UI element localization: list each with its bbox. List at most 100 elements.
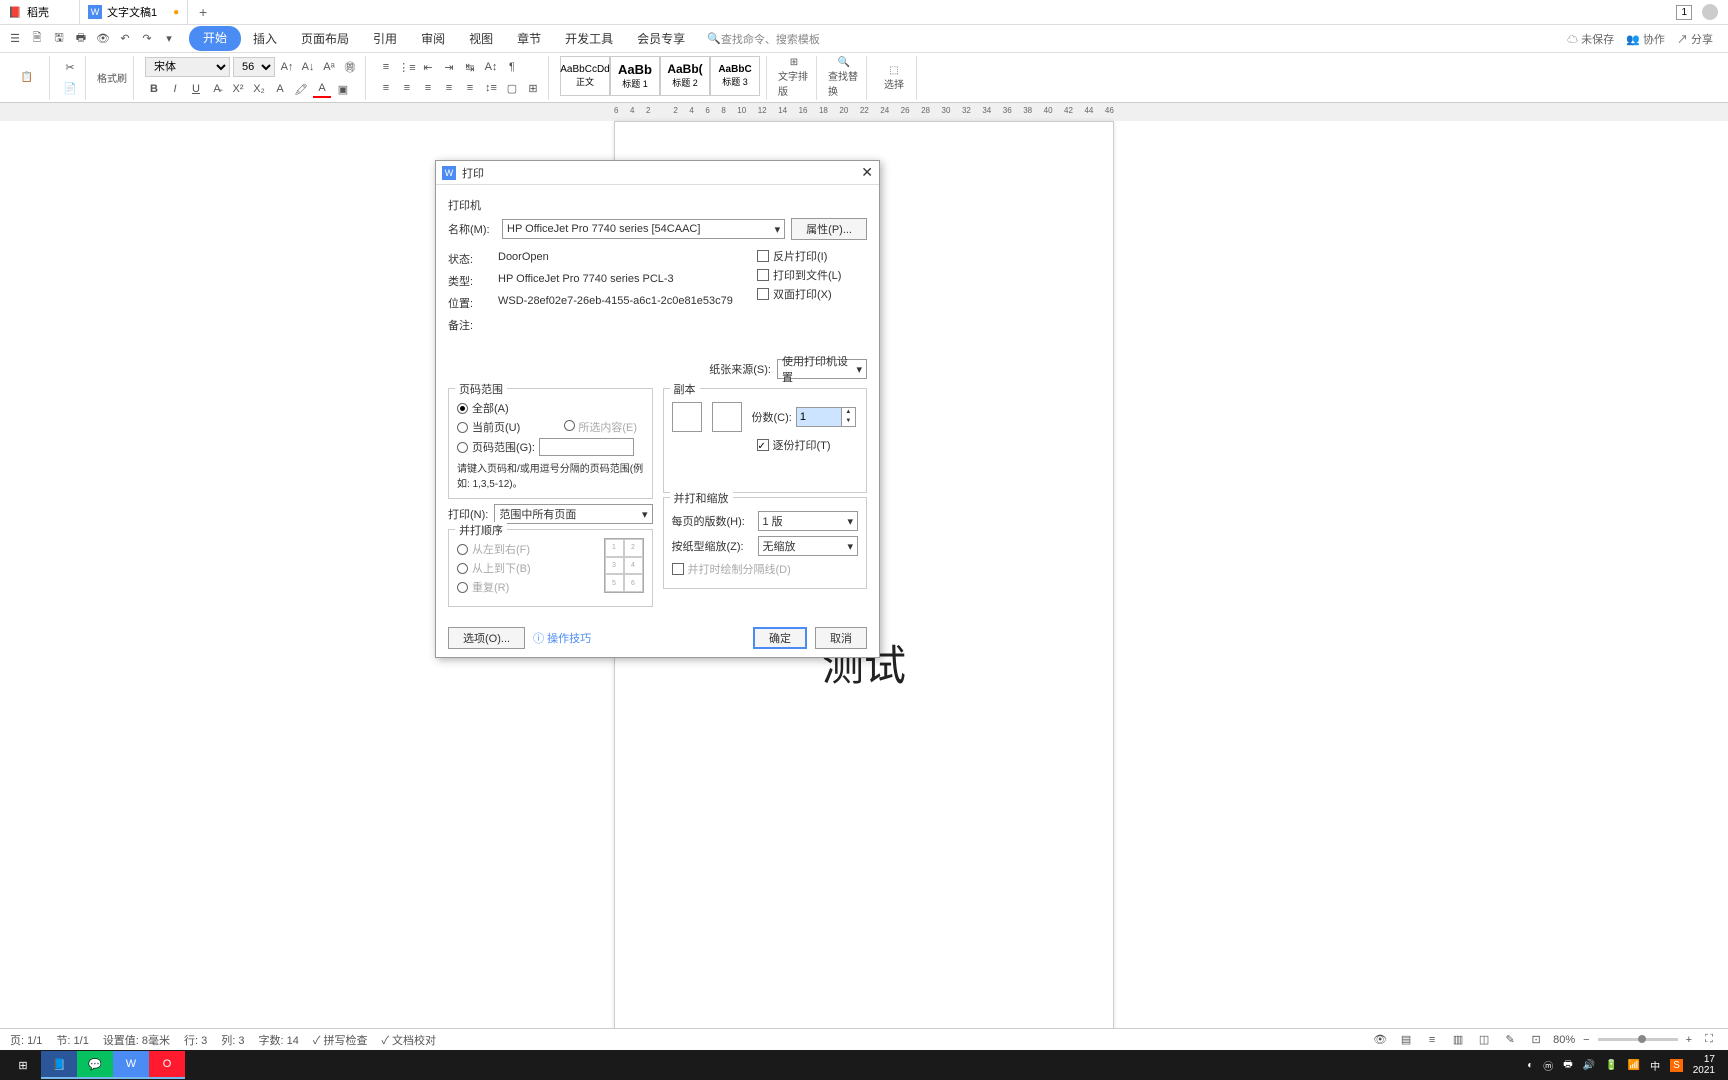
numbering-icon[interactable]: ⋮≡ [398, 58, 416, 76]
tray-icon[interactable]: ⓜ [1543, 1058, 1553, 1073]
format-brush[interactable]: 格式刷 [97, 69, 127, 87]
copies-input[interactable] [797, 408, 841, 426]
zoom-out-button[interactable]: − [1583, 1034, 1589, 1046]
save-icon[interactable]: 🖫 [49, 29, 69, 49]
status-section[interactable]: 节: 1/1 [56, 1032, 88, 1048]
tray-battery-icon[interactable]: 🔋 [1605, 1060, 1617, 1071]
zoom-value[interactable]: 80% [1553, 1034, 1575, 1046]
copies-spinner[interactable]: ▲▼ [796, 407, 856, 427]
spin-down-icon[interactable]: ▼ [842, 417, 855, 426]
menu-icon[interactable]: ☰ [5, 29, 25, 49]
share-button[interactable]: ↗ 分享 [1677, 31, 1713, 47]
ruler[interactable]: 6422468101214161820222426283032343638404… [0, 103, 1728, 121]
tab-docer[interactable]: 📕 稻壳 [0, 0, 80, 24]
zoom-fit-icon[interactable]: ⊡ [1527, 1031, 1545, 1049]
tips-link[interactable]: ⓘ 操作技巧 [533, 630, 591, 646]
view-page-icon[interactable]: ▤ [1397, 1031, 1415, 1049]
spell-check[interactable]: ✓ 拼写检查 [313, 1032, 368, 1048]
view-web-icon[interactable]: ◫ [1475, 1031, 1493, 1049]
increase-indent-icon[interactable]: ⇥ [440, 58, 458, 76]
borders-icon[interactable]: ⊞ [524, 79, 542, 97]
view-outline-icon[interactable]: ≡ [1423, 1031, 1441, 1049]
preview-icon[interactable]: 👁 [93, 29, 113, 49]
zoom-slider[interactable] [1598, 1038, 1678, 1041]
style-heading1[interactable]: AaBb标题 1 [610, 56, 660, 96]
tray-sogou-icon[interactable]: S [1670, 1059, 1683, 1072]
menu-tab-vip[interactable]: 会员专享 [625, 26, 697, 51]
tray-ime-icon[interactable]: 中 [1650, 1058, 1660, 1073]
new-tab-button[interactable]: + [188, 4, 218, 20]
per-page-combo[interactable]: 1 版▾ [758, 511, 859, 531]
shading-icon[interactable]: ▢ [503, 79, 521, 97]
status-row[interactable]: 行: 3 [184, 1032, 207, 1048]
menu-tab-layout[interactable]: 页面布局 [289, 26, 361, 51]
user-avatar[interactable] [1702, 4, 1718, 20]
new-icon[interactable]: 🗎 [27, 29, 47, 49]
coop-button[interactable]: 👥 协作 [1626, 31, 1665, 47]
superscript-icon[interactable]: X² [229, 80, 247, 98]
select-button[interactable]: ⬚选择 [878, 58, 910, 98]
status-col[interactable]: 列: 3 [221, 1032, 244, 1048]
italic-icon[interactable]: I [166, 80, 184, 98]
show-marks-icon[interactable]: ¶ [503, 58, 521, 76]
font-size-select[interactable]: 56 [233, 57, 275, 77]
cancel-button[interactable]: 取消 [815, 627, 867, 649]
decrease-indent-icon[interactable]: ⇤ [419, 58, 437, 76]
page-range-input[interactable] [539, 438, 634, 456]
range-all-radio[interactable]: 全部(A) [457, 400, 644, 416]
doc-proof[interactable]: ✓ 文档校对 [381, 1032, 436, 1048]
options-button[interactable]: 选项(O)... [448, 627, 525, 649]
task-wechat[interactable]: 💬 [77, 1051, 113, 1079]
dropdown-icon[interactable]: ▾ [159, 29, 179, 49]
status-chars[interactable]: 字数: 14 [259, 1032, 299, 1048]
undo-icon[interactable]: ↶ [115, 29, 135, 49]
start-button[interactable]: ⊞ [5, 1051, 41, 1079]
tab-icon[interactable]: ↹ [461, 58, 479, 76]
subscript-icon[interactable]: X₂ [250, 80, 268, 98]
menu-tab-devtools[interactable]: 开发工具 [553, 26, 625, 51]
fullscreen-icon[interactable]: ⛶ [1700, 1031, 1718, 1049]
task-opera[interactable]: O [149, 1051, 185, 1079]
scale-combo[interactable]: 无缩放▾ [758, 536, 859, 556]
align-left-icon[interactable]: ≡ [377, 79, 395, 97]
ok-button[interactable]: 确定 [753, 627, 807, 649]
duplex-checkbox[interactable]: 双面打印(X) [757, 286, 867, 302]
phonetic-icon[interactable]: ㉄ [341, 58, 359, 76]
task-wps[interactable]: W [113, 1051, 149, 1079]
range-current-radio[interactable] [457, 422, 468, 433]
paper-source-combo[interactable]: 使用打印机设置▾ [777, 359, 867, 379]
close-icon[interactable]: ✕ [861, 164, 873, 181]
tray-printer-icon[interactable]: 🖶 [1563, 1057, 1572, 1074]
print-to-file-checkbox[interactable]: 打印到文件(L) [757, 267, 867, 283]
view-read-icon[interactable]: ▥ [1449, 1031, 1467, 1049]
spin-up-icon[interactable]: ▲ [842, 408, 855, 417]
status-setval[interactable]: 设置值: 8毫米 [103, 1032, 170, 1048]
mirror-print-checkbox[interactable]: 反片打印(I) [757, 248, 867, 264]
command-search[interactable]: 🔍 查找命令、搜索模板 [707, 31, 820, 47]
clear-format-icon[interactable]: Aᵃ [320, 58, 338, 76]
task-app1[interactable]: 📘 [41, 1051, 77, 1079]
font-color-icon[interactable]: A [313, 80, 331, 98]
char-border-icon[interactable]: ▣ [334, 80, 352, 98]
eye-icon[interactable]: 👁 [1371, 1031, 1389, 1049]
underline-icon[interactable]: U [187, 80, 205, 98]
menu-tab-references[interactable]: 引用 [361, 26, 409, 51]
align-right-icon[interactable]: ≡ [419, 79, 437, 97]
redo-icon[interactable]: ↷ [137, 29, 157, 49]
tray-volume-icon[interactable]: 🔊 [1583, 1060, 1595, 1071]
collate-checkbox[interactable]: 逐份打印(T) [757, 437, 859, 453]
increase-font-icon[interactable]: A↑ [278, 58, 296, 76]
highlight-icon[interactable]: 🖍 [292, 80, 310, 98]
cut-icon[interactable]: ✂ [61, 58, 79, 76]
align-distribute-icon[interactable]: ≡ [461, 79, 479, 97]
menu-tab-section[interactable]: 章节 [505, 26, 553, 51]
font-name-select[interactable]: 宋体 [145, 57, 230, 77]
text-layout-button[interactable]: ⊞文字排版 [778, 58, 810, 98]
style-heading3[interactable]: AaBbC标题 3 [710, 56, 760, 96]
decrease-font-icon[interactable]: A↓ [299, 58, 317, 76]
range-pages-radio[interactable] [457, 442, 468, 453]
sort-icon[interactable]: A↕ [482, 58, 500, 76]
align-justify-icon[interactable]: ≡ [440, 79, 458, 97]
printer-name-combo[interactable]: HP OfficeJet Pro 7740 series [54CAAC] ▾ [502, 219, 785, 239]
line-spacing-icon[interactable]: ↕≡ [482, 79, 500, 97]
